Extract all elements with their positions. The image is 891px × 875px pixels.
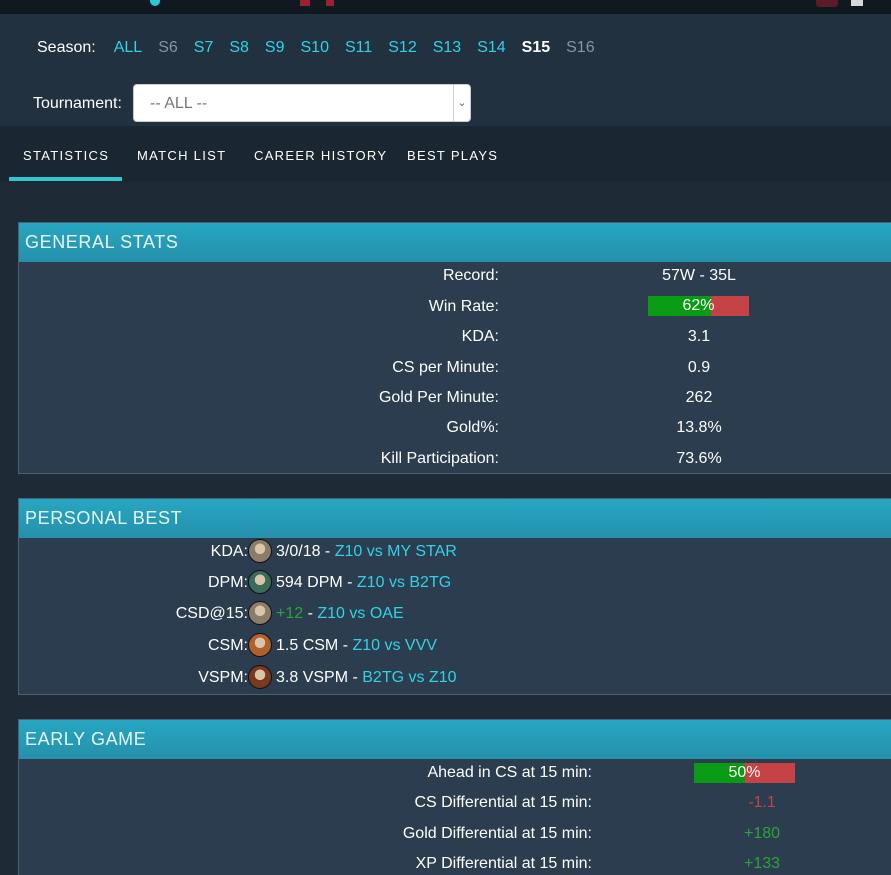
tab-indicator-icon (326, 0, 334, 6)
season-s9[interactable]: S9 (265, 39, 285, 57)
pb-vspm-value: 3.8 VSPM (276, 669, 349, 686)
section-title: PERSONAL BEST (19, 499, 891, 538)
tournament-select[interactable]: -- ALL -- ⌄ (133, 84, 471, 122)
personal-best-row: KDA: 3/0/18 - Z10 vs MY STAR (19, 539, 891, 565)
season-filter: Season: ALL S6 S7 S8 S9 S10 S11 S12 S13 … (37, 38, 611, 58)
season-s8[interactable]: S8 (229, 39, 249, 57)
general-stats-section: GENERAL STATS Record: 57W - 35L Win Rate… (18, 222, 891, 474)
filter-panel: Season: ALL S6 S7 S8 S9 S10 S11 S12 S13 … (0, 14, 891, 126)
personal-best-row: CSD@15: +12 - Z10 vs OAE (19, 601, 891, 627)
personal-best-row: VSPM: 3.8 VSPM - B2TG vs Z10 (19, 665, 891, 691)
active-tab-indicator (9, 177, 122, 181)
season-s6[interactable]: S6 (158, 39, 178, 57)
pb-dpm-match-link[interactable]: Z10 vs B2TG (357, 574, 451, 591)
browser-top-strip (0, 0, 891, 14)
season-s16[interactable]: S16 (566, 39, 594, 57)
pb-csm-value: 1.5 CSM (276, 637, 339, 654)
cs-diff-label: CS Differential at 15 min: (414, 794, 592, 811)
season-s15[interactable]: S15 (522, 39, 550, 57)
season-s14[interactable]: S14 (477, 39, 505, 57)
season-s7[interactable]: S7 (194, 39, 214, 57)
ahead-cs-label: Ahead in CS at 15 min: (427, 764, 592, 781)
chevron-down-icon[interactable]: ⌄ (453, 85, 470, 121)
season-s10[interactable]: S10 (301, 39, 329, 57)
gold-diff-value: +180 (743, 825, 781, 842)
pb-vspm-match-link[interactable]: B2TG vs Z10 (362, 669, 456, 686)
record-label: Record: (442, 267, 499, 284)
xp-diff-label: XP Differential at 15 min: (415, 855, 592, 872)
pb-separator: - (338, 637, 353, 654)
kda-value: 3.1 (687, 328, 711, 345)
gold-diff-label: Gold Differential at 15 min: (402, 825, 592, 842)
ahead-cs-bar: 50% (694, 763, 795, 783)
season-all[interactable]: ALL (114, 39, 142, 57)
tab-indicator-icon (300, 0, 310, 6)
gold-per-minute-value: 262 (685, 389, 713, 406)
tournament-label: Tournament: (33, 95, 122, 112)
pb-vspm-label: VSPM: (198, 669, 248, 686)
cs-diff-value: -1.1 (748, 794, 776, 811)
kill-participation-label: Kill Participation: (380, 450, 499, 467)
gold-percent-label: Gold%: (446, 419, 499, 436)
pb-separator: - (320, 543, 335, 560)
early-game-section: EARLY GAME Ahead in CS at 15 min: 50% CS… (18, 719, 891, 875)
cs-per-minute-label: CS per Minute: (392, 359, 499, 376)
tab-career-history[interactable]: CAREER HISTORY (254, 148, 387, 163)
pb-kda-label: KDA: (210, 543, 248, 560)
pb-separator: - (303, 605, 318, 622)
tab-indicator-icon (816, 0, 838, 7)
record-value: 57W - 35L (662, 267, 736, 284)
personal-best-row: CSM: 1.5 CSM - Z10 vs VVV (19, 633, 891, 659)
pb-kda-value: 3/0/18 (276, 543, 321, 560)
personal-best-section: PERSONAL BEST KDA: 3/0/18 - Z10 vs MY ST… (18, 498, 891, 695)
pb-csm-label: CSM: (208, 637, 248, 654)
gold-percent-value: 13.8% (676, 419, 722, 436)
pb-separator: - (348, 669, 363, 686)
pb-kda-detail: 3/0/18 - Z10 vs MY STAR (276, 543, 457, 561)
champion-avatar (248, 570, 272, 594)
kill-participation-value: 73.6% (676, 450, 722, 467)
pb-kda-match-link[interactable]: Z10 vs MY STAR (335, 543, 457, 560)
season-s13[interactable]: S13 (433, 39, 461, 57)
xp-diff-value: +133 (743, 855, 781, 872)
win-rate-bar: 62% (648, 296, 749, 316)
champion-avatar (248, 601, 272, 625)
season-s11[interactable]: S11 (345, 39, 372, 57)
ahead-cs-value: 50% (728, 764, 761, 781)
pb-csm-match-link[interactable]: Z10 vs VVV (352, 637, 436, 654)
kda-label: KDA: (461, 328, 499, 345)
tab-statistics[interactable]: STATISTICS (23, 148, 109, 163)
pb-csd-match-link[interactable]: Z10 vs OAE (317, 605, 403, 622)
pb-csd-label: CSD@15: (175, 605, 248, 622)
cs-per-minute-value: 0.9 (687, 359, 711, 376)
pb-separator: - (342, 574, 357, 591)
win-rate-label: Win Rate: (428, 298, 499, 315)
tab-indicator-icon (150, 0, 160, 6)
champion-avatar (248, 665, 272, 689)
tab-match-list[interactable]: MATCH LIST (137, 148, 226, 163)
section-title: EARLY GAME (19, 720, 891, 759)
champion-avatar (248, 633, 272, 657)
pb-csm-detail: 1.5 CSM - Z10 vs VVV (276, 637, 437, 655)
pb-csd-value: +12 (276, 605, 304, 622)
tournament-selected-value: -- ALL -- (150, 95, 208, 112)
season-s12[interactable]: S12 (388, 39, 416, 57)
pb-dpm-label: DPM: (208, 574, 248, 591)
season-label: Season: (37, 39, 96, 56)
pb-csd-detail: +12 - Z10 vs OAE (276, 605, 404, 623)
pb-vspm-detail: 3.8 VSPM - B2TG vs Z10 (276, 669, 457, 687)
section-title: GENERAL STATS (19, 223, 891, 262)
pb-dpm-detail: 594 DPM - Z10 vs B2TG (276, 574, 451, 592)
champion-avatar (248, 539, 272, 563)
gold-per-minute-label: Gold Per Minute: (378, 389, 499, 406)
win-rate-value: 62% (682, 297, 715, 314)
tabs-bar: STATISTICS MATCH LIST CAREER HISTORY BES… (0, 126, 891, 182)
personal-best-row: DPM: 594 DPM - Z10 vs B2TG (19, 570, 891, 596)
pb-dpm-value: 594 DPM (276, 574, 343, 591)
tab-indicator-icon (851, 0, 863, 6)
tab-best-plays[interactable]: BEST PLAYS (407, 148, 498, 163)
